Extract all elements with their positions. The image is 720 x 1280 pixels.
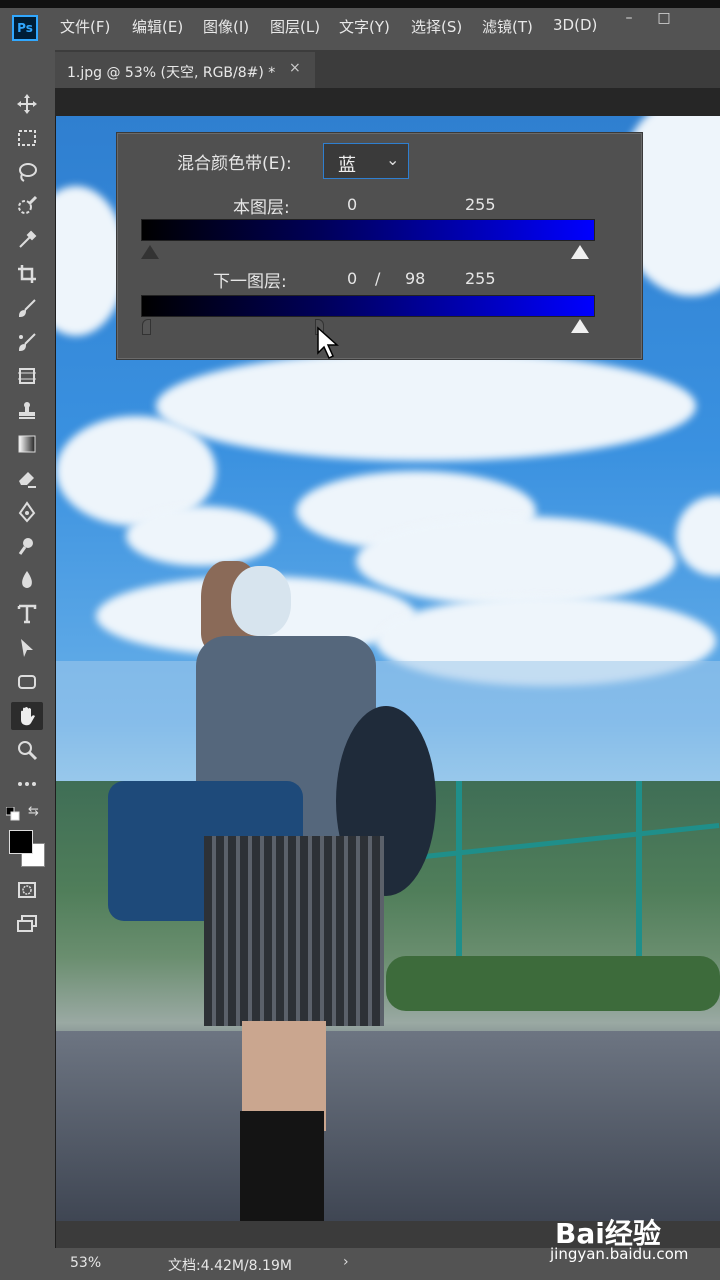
chevron-down-icon: ⌄ xyxy=(386,150,400,169)
swap-colors-icon[interactable]: ⇆ xyxy=(28,804,39,819)
document-info: 文档:4.42M/8.19M xyxy=(168,1258,292,1274)
lasso-tool-icon[interactable] xyxy=(11,158,43,186)
blend-if-select[interactable]: 蓝 ⌄ xyxy=(323,143,409,179)
cloud xyxy=(156,351,696,461)
type-tool-icon[interactable] xyxy=(11,600,43,628)
underlying-split: 98 xyxy=(405,269,426,288)
this-layer-max: 255 xyxy=(465,195,496,214)
more-tools-icon[interactable] xyxy=(11,770,43,798)
menu-select[interactable]: 选择(S) xyxy=(411,16,462,37)
rectangle-tool-icon[interactable] xyxy=(11,668,43,696)
underlying-max: 255 xyxy=(465,269,496,288)
underlying-white-slider[interactable] xyxy=(571,319,589,333)
brush-tool-icon[interactable] xyxy=(11,294,43,322)
eyedropper-tool-icon[interactable] xyxy=(11,226,43,254)
socks xyxy=(240,1111,324,1221)
mouse-cursor-icon xyxy=(316,326,340,364)
path-selection-tool-icon[interactable] xyxy=(11,634,43,662)
foreground-color-swatch[interactable] xyxy=(9,830,33,854)
menu-file[interactable]: 文件(F) xyxy=(60,16,110,37)
hedge xyxy=(386,956,720,1011)
this-layer-black-slider[interactable] xyxy=(141,245,159,259)
zoom-level[interactable]: 53% xyxy=(70,1255,101,1271)
underlying-black-split-left[interactable] xyxy=(142,319,151,335)
menu-edit[interactable]: 编辑(E) xyxy=(132,16,183,37)
blend-if-dialog: 混合颜色带(E): 蓝 ⌄ 本图层: 0 255 下一图层: 0 / 98 25… xyxy=(116,132,643,360)
underlying-layer-gradient xyxy=(141,295,595,317)
frame-tool-icon[interactable] xyxy=(11,362,43,390)
blend-if-label: 混合颜色带(E): xyxy=(177,154,292,174)
minimize-button[interactable]: – xyxy=(614,10,644,30)
gradient-tool-icon[interactable] xyxy=(11,430,43,458)
eraser-tool-icon[interactable] xyxy=(11,464,43,492)
underlying-min: 0 xyxy=(347,269,358,288)
close-window-area xyxy=(694,10,720,32)
maximize-button[interactable]: □ xyxy=(649,10,679,30)
menu-layer[interactable]: 图层(L) xyxy=(270,16,320,37)
document-tab-title: 1.jpg @ 53% (天空, RGB/8#) * xyxy=(67,65,276,81)
crop-tool-icon[interactable] xyxy=(11,260,43,288)
blur-tool-icon[interactable] xyxy=(11,566,43,594)
this-layer-label: 本图层: xyxy=(233,198,290,218)
quick-selection-tool-icon[interactable] xyxy=(11,192,43,220)
pen-tool-icon[interactable] xyxy=(11,498,43,526)
menu-type[interactable]: 文字(Y) xyxy=(339,16,390,37)
this-layer-white-slider[interactable] xyxy=(571,245,589,259)
stamp-tool-icon[interactable] xyxy=(11,396,43,424)
underlying-layer-label: 下一图层: xyxy=(213,272,287,292)
hand-tool-icon[interactable] xyxy=(11,702,43,730)
quick-mask-icon[interactable] xyxy=(11,876,43,904)
dodge-tool-icon[interactable] xyxy=(11,532,43,560)
default-colors-icon[interactable] xyxy=(5,806,20,821)
skirt xyxy=(204,836,384,1026)
move-tool-icon[interactable] xyxy=(11,90,43,118)
cloud xyxy=(676,496,720,576)
face xyxy=(231,566,291,636)
marquee-tool-icon[interactable] xyxy=(11,124,43,152)
this-layer-min: 0 xyxy=(347,195,358,214)
this-layer-gradient xyxy=(141,219,595,241)
tab-close-icon[interactable]: × xyxy=(289,60,301,76)
cloud xyxy=(356,516,676,606)
road xyxy=(56,1031,720,1221)
zoom-tool-icon[interactable] xyxy=(11,736,43,764)
menu-3d[interactable]: 3D(D) xyxy=(553,16,597,34)
screen-mode-icon[interactable] xyxy=(11,910,43,938)
status-menu-arrow-icon[interactable]: › xyxy=(343,1254,349,1270)
menu-filter[interactable]: 滤镜(T) xyxy=(482,16,533,37)
document-tab[interactable]: 1.jpg @ 53% (天空, RGB/8#) * × xyxy=(55,52,315,88)
options-bar xyxy=(55,88,720,116)
photoshop-logo[interactable]: Ps xyxy=(12,15,38,41)
top-strip xyxy=(0,0,720,8)
underlying-separator: / xyxy=(375,269,381,288)
blend-if-value: 蓝 xyxy=(338,155,356,176)
mixer-brush-tool-icon[interactable] xyxy=(11,328,43,356)
menu-image[interactable]: 图像(I) xyxy=(203,16,249,37)
cloud xyxy=(126,506,276,566)
watermark-url: jingyan.baidu.com xyxy=(550,1245,689,1263)
